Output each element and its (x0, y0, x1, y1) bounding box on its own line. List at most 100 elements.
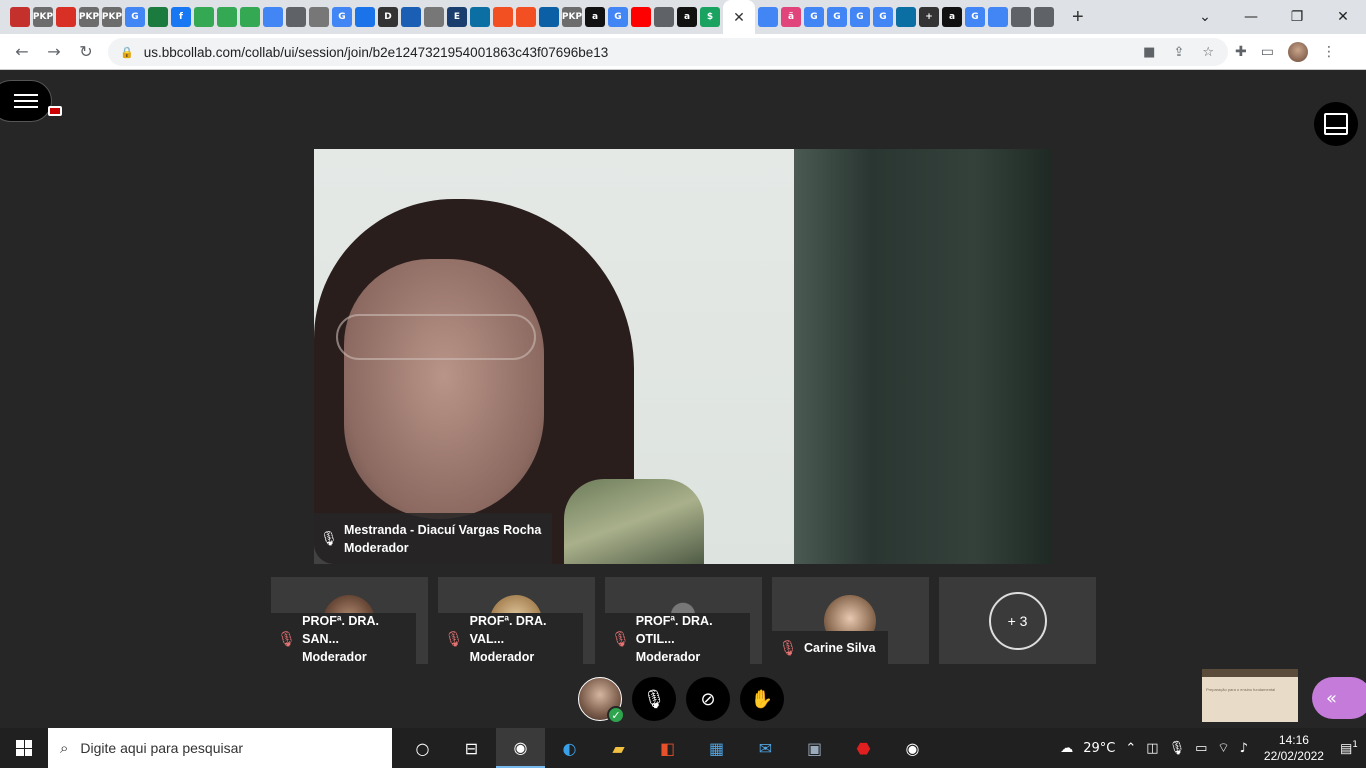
new-tab-button[interactable]: + (1072, 6, 1084, 29)
tab-favicon-icon[interactable]: $ (700, 7, 720, 27)
close-tab-icon[interactable]: ✕ (733, 9, 745, 26)
tab-favicon-icon[interactable]: f (171, 7, 191, 27)
cast-icon[interactable]: ▭ (1261, 44, 1274, 60)
layout-toggle-button[interactable] (1314, 102, 1358, 146)
tab-favicon-icon[interactable]: G (332, 7, 352, 27)
tab-favicon-icon[interactable] (10, 7, 30, 27)
tab-favicon-icon[interactable]: PKP (102, 7, 122, 27)
tab-favicon-icon[interactable]: ã (781, 7, 801, 27)
tab-favicon-icon[interactable]: + (919, 7, 939, 27)
open-collaborate-panel-button[interactable]: « (1312, 677, 1366, 719)
tab-favicon-icon[interactable] (758, 7, 778, 27)
tab-favicon-icon[interactable] (1034, 7, 1054, 27)
tab-favicon-icon[interactable]: PKP (562, 7, 582, 27)
tab-favicon-icon[interactable] (355, 7, 375, 27)
tab-favicon-icon[interactable] (401, 7, 421, 27)
shared-content-thumbnail[interactable]: Preparação para o ensino fundamental (1202, 669, 1298, 722)
bookmark-star-icon[interactable]: ☆ (1202, 45, 1214, 60)
tab-favicon-icon[interactable] (1011, 7, 1031, 27)
tab-favicon-icon[interactable]: G (125, 7, 145, 27)
weather-icon[interactable]: ☁ (1060, 741, 1073, 756)
tab-favicon-icon[interactable] (424, 7, 444, 27)
camera-icon[interactable]: ■ (1143, 45, 1155, 60)
url-text[interactable]: us.bbcollab.com/collab/ui/session/join/b… (144, 45, 609, 60)
edge-taskbar-icon[interactable]: ◐ (545, 728, 594, 768)
participant-tile[interactable]: 🎙 Carine Silva (772, 577, 929, 664)
participant-tile[interactable]: 🎙 PROFª. DRA. VAL... Moderador (438, 577, 595, 664)
participant-tile[interactable]: 🎙 PROFª. DRA. OTIL... Moderador (605, 577, 762, 664)
session-menu-button[interactable] (0, 80, 52, 122)
wifi-icon[interactable]: ⌔ (1217, 740, 1229, 756)
tab-favicon-icon[interactable] (240, 7, 260, 27)
tab-favicon-icon[interactable] (988, 7, 1008, 27)
tab-favicon-icon[interactable] (286, 7, 306, 27)
tab-favicon-icon[interactable]: G (850, 7, 870, 27)
microphone-tray-icon[interactable]: 🎙 (1169, 741, 1186, 756)
lock-icon[interactable]: 🔒 (120, 46, 134, 59)
chevron-up-icon[interactable]: ⌃ (1125, 741, 1136, 756)
office-icon[interactable]: ◧ (643, 728, 692, 768)
more-participants-tile[interactable]: + 3 (939, 577, 1096, 664)
clock[interactable]: 14:16 22/02/2022 (1264, 732, 1324, 764)
tab-favicon-icon[interactable] (539, 7, 559, 27)
taskbar-search[interactable]: ⌕ Digite aqui para pesquisar (48, 728, 392, 768)
tab-favicon-icon[interactable] (654, 7, 674, 27)
raise-hand-button[interactable]: ✋ (740, 677, 784, 721)
notifications-icon[interactable]: ▤1 (1340, 740, 1358, 756)
tab-favicon-icon[interactable] (217, 7, 237, 27)
tab-favicon-icon[interactable] (263, 7, 283, 27)
chrome-secondary-icon[interactable]: ◉ (888, 728, 937, 768)
tab-favicon-icon[interactable]: a (942, 7, 962, 27)
back-button[interactable]: ← (6, 42, 38, 61)
tab-favicon-icon[interactable]: a (585, 7, 605, 27)
url-omnibox[interactable]: 🔒 us.bbcollab.com/collab/ui/session/join… (108, 38, 1228, 66)
tab-favicon-icon[interactable] (631, 7, 651, 27)
tab-favicon-icon[interactable]: E (447, 7, 467, 27)
mail-icon[interactable]: ✉ (741, 728, 790, 768)
extensions-icon[interactable]: ✚ (1235, 44, 1247, 60)
more-participants-count[interactable]: + 3 (988, 591, 1047, 650)
acrobat-icon[interactable]: ⬣ (839, 728, 888, 768)
weather-temp[interactable]: 29°C (1083, 741, 1115, 756)
tab-favicon-icon[interactable] (470, 7, 490, 27)
microphone-toggle-button[interactable]: 🎙 (632, 677, 676, 721)
file-explorer-icon[interactable]: ▰ (594, 728, 643, 768)
photos-icon[interactable]: ▣ (790, 728, 839, 768)
tab-favicon-icon[interactable]: G (608, 7, 628, 27)
minimize-button[interactable]: — (1228, 0, 1274, 34)
reload-button[interactable]: ↻ (70, 42, 102, 61)
tab-favicon-icon[interactable] (896, 7, 916, 27)
tab-favicon-icon[interactable]: a (677, 7, 697, 27)
tab-favicon-icon[interactable]: PKP (33, 7, 53, 27)
tab-favicon-icon[interactable]: PKP (79, 7, 99, 27)
tab-favicon-icon[interactable] (194, 7, 214, 27)
tab-favicon-icon[interactable] (516, 7, 536, 27)
tab-favicon-icon[interactable] (309, 7, 329, 27)
browser-menu-icon[interactable]: ⋮ (1322, 44, 1336, 60)
participant-tile[interactable]: 🎙 PROFª. DRA. SAN... Moderador (271, 577, 428, 664)
tab-favicon-icon[interactable]: G (965, 7, 985, 27)
tab-favicon-icon[interactable] (148, 7, 168, 27)
close-window-button[interactable]: ✕ (1320, 0, 1366, 34)
tab-favicon-icon[interactable]: G (873, 7, 893, 27)
battery-icon[interactable]: ▭ (1195, 741, 1207, 756)
start-button[interactable] (0, 740, 48, 756)
share-icon[interactable]: ⇪ (1173, 45, 1184, 60)
volume-icon[interactable]: ♪ (1240, 741, 1248, 756)
tab-favicon-icon[interactable]: D (378, 7, 398, 27)
tab-favicon-icon[interactable]: G (804, 7, 824, 27)
tab-favicon-icon[interactable]: G (827, 7, 847, 27)
cortana-icon[interactable]: ○ (398, 728, 447, 768)
chrome-taskbar-icon[interactable]: ◉ (496, 728, 545, 768)
task-view-icon[interactable]: ⊟ (447, 728, 496, 768)
tab-favicon-icon[interactable] (56, 7, 76, 27)
profile-avatar[interactable] (1288, 42, 1308, 62)
restore-button[interactable]: ❐ (1274, 0, 1320, 34)
active-tab[interactable]: ✕ (723, 0, 755, 34)
store-icon[interactable]: ▦ (692, 728, 741, 768)
meet-now-icon[interactable]: ◫ (1146, 741, 1158, 756)
tab-search-icon[interactable]: ⌄ (1182, 0, 1228, 34)
my-status-button[interactable]: ✓ (578, 677, 625, 724)
tab-favicon-icon[interactable] (493, 7, 513, 27)
forward-button[interactable]: → (38, 42, 70, 61)
